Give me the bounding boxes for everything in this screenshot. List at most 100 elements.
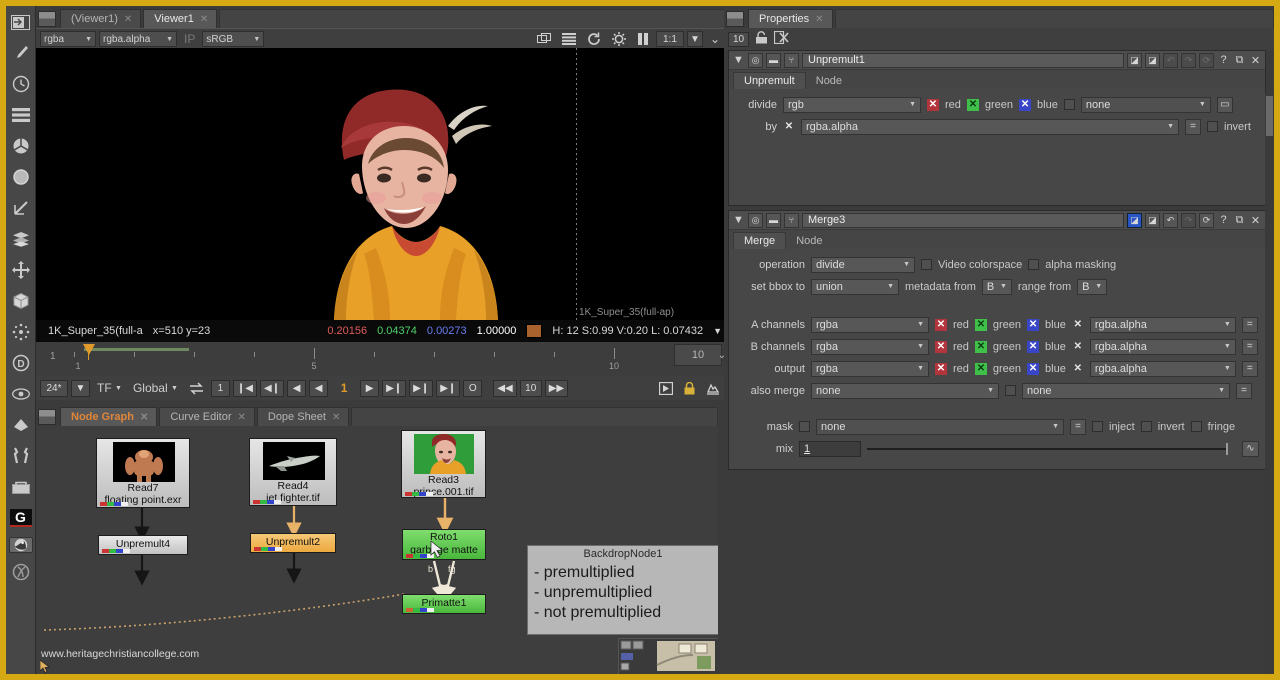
b-red-checkbox[interactable]: ✕ <box>935 340 947 353</box>
enable-toggle-2[interactable]: ◪ <box>1145 212 1160 228</box>
a-expression-button[interactable]: = <box>1241 316 1258 333</box>
revert-button[interactable]: ⟳ <box>1199 52 1214 68</box>
also-merge-dropdown-2[interactable]: none ▼ <box>1022 382 1230 399</box>
node-tools-icon[interactable]: ⑂ <box>784 52 799 68</box>
proxy-icon[interactable] <box>533 31 555 47</box>
tab-viewer1[interactable]: Viewer1 ✕ <box>143 9 218 28</box>
close-icon[interactable]: ✕ <box>332 412 340 423</box>
enable-toggle-1[interactable]: ◪ <box>1127 52 1142 68</box>
divide-channel-dropdown[interactable]: rgb ▼ <box>783 96 921 113</box>
panel-grip-icon[interactable] <box>38 11 56 27</box>
mask-expression-button[interactable]: = <box>1070 418 1086 435</box>
o-blue-checkbox[interactable]: ✕ <box>1027 362 1040 375</box>
node-properties-thumbnail-panel[interactable] <box>618 638 718 674</box>
step-back-button[interactable]: ◀ <box>287 379 307 397</box>
transform-icon[interactable] <box>9 258 33 282</box>
close-icon[interactable]: ✕ <box>237 412 245 423</box>
fps-field[interactable]: 24* <box>40 379 68 397</box>
lock-icon[interactable] <box>680 380 699 396</box>
collapse-icon[interactable]: ▼ <box>732 213 745 228</box>
other-icon[interactable] <box>9 475 33 499</box>
deep-icon[interactable]: D <box>9 351 33 375</box>
red-checkbox[interactable]: ✕ <box>927 98 939 111</box>
viewer-timeline[interactable]: 1 1 5 10 10 ⌄ <box>36 342 728 376</box>
redo-button[interactable]: ↷ <box>1181 212 1196 228</box>
by-checkbox[interactable]: ✕ <box>783 121 795 133</box>
node-read4[interactable]: Read4 jet fighter.tif <box>249 438 337 506</box>
b-green-checkbox[interactable]: ✕ <box>974 340 987 353</box>
node-backdrop1[interactable]: BackdropNode1 - premultiplied - unpremul… <box>527 545 718 635</box>
invert-checkbox[interactable] <box>1207 121 1218 132</box>
tab-node-graph[interactable]: Node Graph ✕ <box>60 407 158 426</box>
particles-icon[interactable] <box>9 320 33 344</box>
prev-keyframe-button[interactable]: ◀❙ <box>260 379 285 397</box>
alpha-masking-checkbox[interactable] <box>1028 259 1040 270</box>
expression-button[interactable]: ▭ <box>1216 96 1233 113</box>
node-name-field[interactable]: Merge3 <box>802 212 1124 228</box>
help-button[interactable]: ? <box>1217 53 1230 68</box>
output-dropdown[interactable]: rgba ▼ <box>811 360 929 377</box>
tab-merge[interactable]: Merge <box>733 232 787 249</box>
a-alpha-dropdown[interactable]: rgba.alpha ▼ <box>1089 316 1236 333</box>
node-read7[interactable]: Read7 floating point.exr <box>96 438 190 508</box>
close-icon[interactable]: ✕ <box>200 14 208 25</box>
step-forward-button[interactable]: ▶❙ <box>382 379 407 397</box>
enable-toggle-2[interactable]: ◪ <box>1145 52 1160 68</box>
gain-icon[interactable] <box>608 31 630 47</box>
o-alpha-checkbox[interactable]: ✕ <box>1072 363 1084 375</box>
also-merge-checkbox[interactable] <box>1005 385 1016 396</box>
node-mask-icon[interactable]: ▬ <box>766 52 781 68</box>
colorspace-dropdown[interactable]: sRGB ▼ <box>202 31 265 47</box>
status-menu-icon[interactable]: ▼ <box>713 326 722 336</box>
node-color-icon[interactable]: ◎ <box>748 212 763 228</box>
toolsets-icon[interactable] <box>9 444 33 468</box>
expand-toolbar-icon[interactable]: ⌄ <box>706 31 724 47</box>
tab-viewer1-inactive[interactable]: (Viewer1) ✕ <box>60 9 142 28</box>
node-unpremult4[interactable]: Unpremult4 <box>98 535 188 555</box>
panel-grip-icon[interactable] <box>726 11 744 27</box>
image-icon[interactable] <box>9 10 33 34</box>
mix-slider[interactable] <box>867 441 1236 457</box>
zoom-dropdown[interactable]: ▼ <box>686 31 703 47</box>
layer-dropdown[interactable]: rgba.alpha ▼ <box>99 31 177 47</box>
timeline-track[interactable]: 1 5 10 <box>74 344 654 372</box>
current-frame-display[interactable]: 1 <box>331 380 357 396</box>
mix-input[interactable]: 1 <box>799 440 861 457</box>
b-alpha-checkbox[interactable]: ✕ <box>1072 341 1084 353</box>
bbox-dropdown[interactable]: union ▼ <box>811 278 899 295</box>
node-unpremult2[interactable]: Unpremult2 <box>250 533 336 553</box>
a-alpha-checkbox[interactable]: ✕ <box>1072 319 1084 331</box>
tab-node[interactable]: Node <box>805 72 853 89</box>
animation-curve-button[interactable]: ∿ <box>1242 440 1259 457</box>
metadata-dropdown[interactable]: B ▼ <box>981 278 1012 295</box>
a-blue-checkbox[interactable]: ✕ <box>1027 318 1040 331</box>
close-icon[interactable]: ✕ <box>815 14 823 25</box>
node-roto1[interactable]: Roto1 garbage matte <box>402 529 486 560</box>
redo-button[interactable]: ↷ <box>1181 52 1196 68</box>
close-icon[interactable]: ✕ <box>124 14 132 25</box>
primatte-icon[interactable] <box>9 560 33 584</box>
snapshot-icon[interactable] <box>702 380 724 396</box>
merge-icon[interactable] <box>9 227 33 251</box>
o-alpha-dropdown[interactable]: rgba.alpha ▼ <box>1089 360 1236 377</box>
a-green-checkbox[interactable]: ✕ <box>974 318 987 331</box>
channel-dropdown[interactable]: rgba ▼ <box>40 31 96 47</box>
keyer-icon[interactable] <box>9 196 33 220</box>
video-colorspace-checkbox[interactable] <box>921 259 932 270</box>
extra-checkbox[interactable] <box>1063 99 1075 110</box>
a-red-checkbox[interactable]: ✕ <box>935 318 947 331</box>
b-expression-button[interactable]: = <box>1241 338 1258 355</box>
stop-button[interactable]: O <box>463 379 483 397</box>
genarts-icon[interactable]: G <box>9 506 33 530</box>
close-button[interactable]: ✕ <box>1249 213 1262 228</box>
tf-dropdown[interactable]: TF ▼ <box>93 380 126 396</box>
tab-dope-sheet[interactable]: Dope Sheet ✕ <box>256 407 350 426</box>
help-button[interactable]: ? <box>1217 213 1230 228</box>
decrement-button[interactable]: ◀◀ <box>493 379 517 397</box>
a-channels-dropdown[interactable]: rgba ▼ <box>811 316 929 333</box>
float-button[interactable]: ⧉ <box>1233 53 1246 68</box>
wipe-icon[interactable] <box>558 31 580 47</box>
render-icon[interactable] <box>655 380 677 396</box>
node-read3[interactable]: Read3 prince.001.tif <box>401 430 486 498</box>
last-frame-button[interactable]: ▶❙ <box>436 379 461 397</box>
